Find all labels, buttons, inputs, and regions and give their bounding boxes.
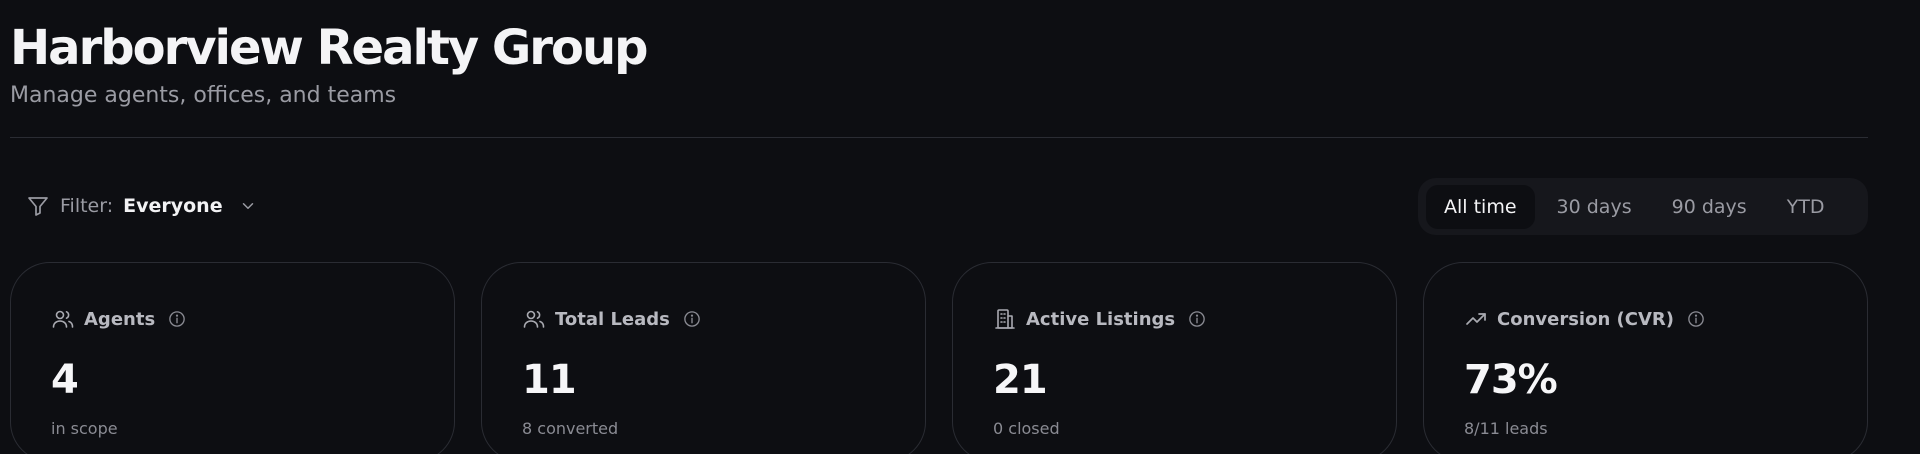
card-header: Agents [51, 307, 454, 331]
stats-cards: Agents 4 in scope Total Leads 11 8 conve… [10, 262, 1870, 454]
page-title: Harborview Realty Group [10, 20, 648, 76]
chevron-down-icon[interactable] [239, 197, 257, 215]
card-subtext: 8 converted [522, 419, 619, 438]
card-value: 4 [51, 357, 79, 403]
info-icon[interactable] [683, 310, 701, 328]
header-divider [10, 137, 1868, 138]
range-30-days[interactable]: 30 days [1539, 185, 1650, 229]
funnel-icon [26, 194, 50, 218]
trending-up-icon [1464, 307, 1488, 331]
range-90-days[interactable]: 90 days [1654, 185, 1765, 229]
card-value: 21 [993, 357, 1048, 403]
card-subtext: in scope [51, 419, 118, 438]
card-header: Conversion (CVR) [1464, 307, 1867, 331]
range-all-time[interactable]: All time [1426, 184, 1535, 229]
card-value: 73% [1464, 357, 1558, 403]
info-icon[interactable] [1687, 310, 1705, 328]
stat-card-total-leads: Total Leads 11 8 converted [481, 262, 926, 454]
card-title: Active Listings [1026, 308, 1176, 330]
info-icon[interactable] [168, 310, 186, 328]
stat-card-conversion: Conversion (CVR) 73% 8/11 leads [1423, 262, 1868, 454]
card-subtext: 0 closed [993, 419, 1060, 438]
filter-label: Filter: [60, 195, 114, 217]
users-icon [51, 307, 75, 331]
card-header: Active Listings [993, 307, 1396, 331]
dashboard-page: Harborview Realty Group Manage agents, o… [0, 0, 1920, 454]
card-subtext: 8/11 leads [1464, 419, 1548, 438]
range-ytd[interactable]: YTD [1769, 185, 1843, 229]
filter-value[interactable]: Everyone [123, 195, 222, 217]
building-icon [993, 307, 1017, 331]
page-subtitle: Manage agents, offices, and teams [10, 83, 397, 108]
stat-card-agents: Agents 4 in scope [10, 262, 455, 454]
time-range-selector: All time 30 days 90 days YTD [1418, 178, 1868, 235]
page-header: Harborview Realty Group Manage agents, o… [10, 18, 648, 110]
card-value: 11 [522, 357, 577, 403]
info-icon[interactable] [1188, 310, 1206, 328]
card-header: Total Leads [522, 307, 925, 331]
card-title: Total Leads [555, 308, 670, 330]
stat-card-active-listings: Active Listings 21 0 closed [952, 262, 1397, 454]
card-title: Agents [84, 308, 156, 330]
user-leads-icon [522, 307, 546, 331]
filter-dropdown[interactable]: Filter: Everyone [26, 192, 257, 220]
card-title: Conversion (CVR) [1497, 308, 1674, 330]
